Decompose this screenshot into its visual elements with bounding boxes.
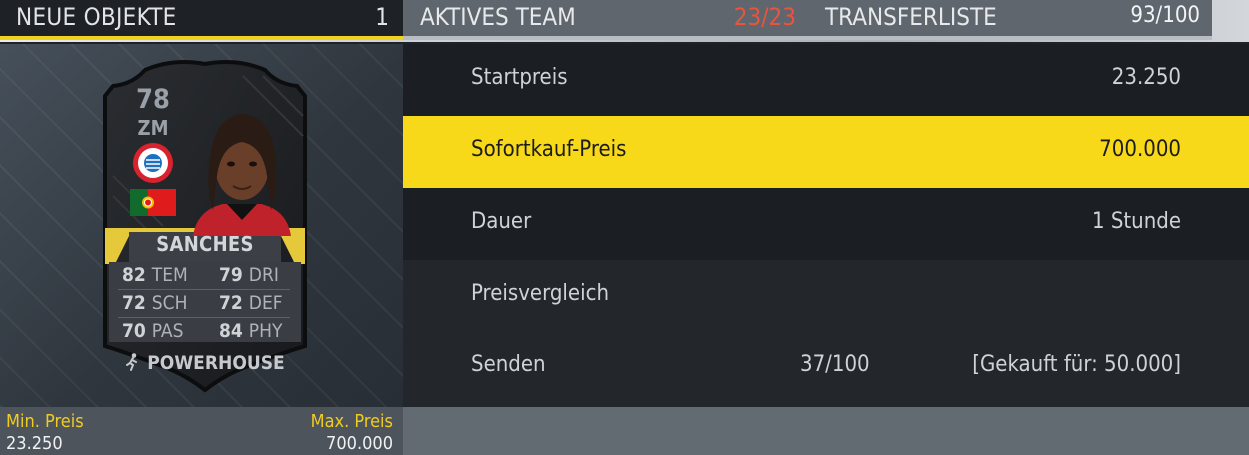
duration-label: Dauer [471,209,532,234]
runner-icon [126,353,138,371]
player-name: SANCHES [156,232,254,256]
max-price-value: 700.000 [326,433,393,454]
price-range: Min. Preis 23.250 Max. Preis 700.000 [0,407,403,455]
send-row[interactable]: Senden 37/100 [Gekauft für: 50.000] [403,331,1249,407]
send-count: 37/100 [800,352,870,377]
tab-transfer-list[interactable]: TRANSFERLISTE 93/100 [810,0,1212,40]
nation-flag-icon [130,189,176,216]
player-position: ZM [137,116,169,140]
stat-sch: 72 SCH [122,292,188,314]
stat-phy: 84 PHY [219,320,283,342]
start-price-value: 23.250 [1111,65,1181,90]
start-price-row[interactable]: Startpreis 23.250 [403,44,1249,116]
player-rating: 78 [136,84,170,115]
tab-active-team[interactable]: AKTIVES TEAM 23/23 [403,0,810,40]
stat-row: 82 TEM 79 DRI [118,262,290,290]
price-compare-row[interactable]: Preisvergleich [403,260,1249,332]
tab-transfer-list-label: TRANSFERLISTE [825,3,997,31]
player-stats: 82 TEM 79 DRI 72 SCH 72 DEF 70 PAS 84 PHY [118,262,290,345]
tab-active-team-count: 23/23 [733,3,796,31]
send-label: Senden [471,352,546,377]
stat-pas: 70 PAS [122,320,184,342]
max-price-label: Max. Preis [310,411,393,432]
tab-new-items[interactable]: NEUE OBJEKTE 1 [0,0,403,40]
player-photo [193,114,291,236]
min-price-value: 23.250 [6,433,63,454]
tab-transfer-list-count: 93/100 [1130,3,1200,28]
stat-tem: 82 TEM [122,264,188,286]
chemistry-style-label: POWERHOUSE [147,352,285,374]
start-price-label: Startpreis [471,65,568,90]
stat-row: 70 PAS 84 PHY [118,318,290,345]
buy-now-price-label: Sofortkauf-Preis [471,137,627,162]
chemistry-style: POWERHOUSE [93,352,317,374]
player-card-panel: 78 ZM SANCHES 82 TEM 79 DRI 72 SCH 72 DE… [0,44,403,407]
stat-row: 72 SCH 72 DEF [118,290,290,318]
player-card[interactable]: 78 ZM SANCHES 82 TEM 79 DRI 72 SCH 72 DE… [93,56,317,393]
duration-value: 1 Stunde [1091,209,1181,234]
price-compare-label: Preisvergleich [471,281,610,306]
duration-row[interactable]: Dauer 1 Stunde [403,188,1249,260]
tab-new-items-count: 1 [375,3,389,31]
stat-dri: 79 DRI [219,264,279,286]
min-price-label: Min. Preis [6,411,84,432]
tab-new-items-label: NEUE OBJEKTE [16,3,177,31]
buy-now-price-row[interactable]: Sofortkauf-Preis 700.000 [403,116,1249,188]
bought-for-value: [Gekauft für: 50.000] [972,352,1181,377]
tab-active-team-label: AKTIVES TEAM [420,3,576,31]
top-bar: NEUE OBJEKTE 1 AKTIVES TEAM 23/23 TRANSF… [0,0,1249,42]
buy-now-price-value: 700.000 [1099,137,1181,162]
stat-def: 72 DEF [219,292,283,314]
bottom-bar: Min. Preis 23.250 Max. Preis 700.000 [0,407,1249,455]
club-crest-icon [133,143,173,183]
